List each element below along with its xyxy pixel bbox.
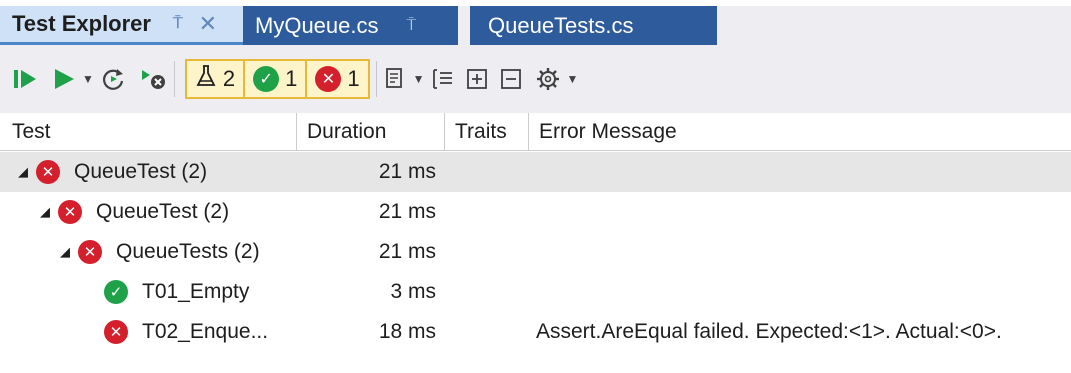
error-message-value: Assert.AreEqual failed. Expected:<1>. Ac…	[536, 320, 1002, 343]
expand-all-icon[interactable]	[465, 59, 489, 99]
close-icon[interactable]: ✕	[199, 11, 217, 37]
run-icon[interactable]	[52, 59, 76, 99]
column-header-traits[interactable]: Traits	[444, 113, 528, 151]
test-name: QueueTest (2)	[96, 200, 230, 223]
duration-value: 21 ms	[378, 240, 436, 263]
settings-icon[interactable]	[535, 59, 561, 99]
test-name: T01_Empty	[142, 280, 250, 303]
group-by-icon[interactable]	[431, 59, 455, 99]
test-name-cell: ◢ ✕ QueueTests (2)	[60, 232, 260, 272]
tab-queuetests-cs-label: QueueTests.cs	[488, 12, 634, 38]
rerun-failed-icon[interactable]	[100, 59, 126, 99]
collapse-all-icon[interactable]	[499, 59, 523, 99]
test-name: QueueTests (2)	[116, 240, 260, 263]
tab-test-explorer-label: Test Explorer	[12, 11, 151, 36]
settings-dropdown-chevron-icon[interactable]: ▼	[567, 72, 579, 86]
duration-value: 21 ms	[378, 160, 436, 183]
tab-myqueue-cs-label: MyQueue.cs	[255, 12, 379, 38]
test-name-cell: ◢ ✕ QueueTest (2)	[40, 192, 229, 232]
playlist-icon[interactable]	[383, 59, 407, 99]
table-row[interactable]: ✕ T02_Enque... 18 ms Assert.AreEqual fai…	[0, 312, 1071, 352]
toolbar-separator	[173, 61, 175, 97]
table-row[interactable]: ◢ ✕ QueueTest (2) 21 ms	[0, 152, 1071, 192]
run-dropdown-chevron-icon[interactable]: ▼	[82, 72, 94, 86]
failed-icon: ✕	[78, 240, 102, 264]
document-tab-strip: Test Explorer ⍑ ✕ MyQueue.cs ⍑ QueueTest…	[0, 0, 1071, 45]
test-name-cell: ✓ T01_Empty	[104, 272, 249, 312]
test-explorer-toolbar: ▼ 2 ✓ 1 ✕ 1 ▼ ▼	[0, 45, 1071, 113]
table-row[interactable]: ✓ T01_Empty 3 ms	[0, 272, 1071, 312]
expander-icon[interactable]: ◢	[40, 204, 58, 220]
passed-icon: ✓	[104, 280, 128, 304]
column-header-duration[interactable]: Duration	[296, 113, 444, 151]
expander-icon[interactable]: ◢	[18, 164, 36, 180]
expander-icon[interactable]: ◢	[60, 244, 78, 260]
failed-icon: ✕	[104, 320, 128, 344]
test-name-cell: ◢ ✕ QueueTest (2)	[18, 152, 207, 192]
filter-passed-button[interactable]: ✓ 1	[245, 61, 308, 97]
tab-queuetests-cs[interactable]: QueueTests.cs	[470, 6, 717, 45]
duration-value: 21 ms	[378, 200, 436, 223]
playlist-dropdown-chevron-icon[interactable]: ▼	[413, 72, 425, 86]
filter-all-tests-button[interactable]: 2	[187, 61, 246, 97]
test-name: QueueTest (2)	[74, 160, 208, 183]
failed-icon: ✕	[36, 160, 60, 184]
duration-value: 3 ms	[390, 280, 436, 303]
test-list-header: Test Duration Traits Error Message	[0, 113, 1071, 151]
pin-icon[interactable]: ⍑	[173, 15, 183, 33]
filter-failed-count: 1	[347, 66, 360, 91]
filter-all-count: 2	[222, 66, 236, 91]
cancel-run-icon[interactable]	[140, 59, 168, 99]
column-header-test[interactable]: Test	[0, 113, 296, 151]
table-row[interactable]: ◢ ✕ QueueTests (2) 21 ms	[0, 232, 1071, 272]
table-row[interactable]: ◢ ✕ QueueTest (2) 21 ms	[0, 192, 1071, 232]
passed-icon: ✓	[253, 66, 280, 92]
outcome-filter-group: 2 ✓ 1 ✕ 1	[184, 59, 370, 99]
duration-value: 18 ms	[378, 320, 436, 343]
test-name: T02_Enque...	[142, 320, 269, 343]
tab-myqueue-cs[interactable]: MyQueue.cs ⍑	[243, 6, 458, 45]
failed-icon: ✕	[58, 200, 82, 224]
test-name-cell: ✕ T02_Enque...	[104, 312, 268, 352]
flask-icon	[195, 64, 217, 94]
filter-passed-count: 1	[285, 66, 298, 91]
test-hierarchy-list: ◢ ✕ QueueTest (2) 21 ms ◢ ✕ QueueTest (2…	[0, 152, 1071, 352]
tab-test-explorer[interactable]: Test Explorer ⍑ ✕	[0, 6, 243, 45]
run-all-icon[interactable]	[12, 59, 38, 99]
column-header-error-message[interactable]: Error Message	[528, 113, 1071, 151]
pin-icon[interactable]: ⍑	[407, 17, 417, 35]
failed-icon: ✕	[315, 66, 342, 92]
toolbar-separator	[375, 61, 377, 97]
filter-failed-button[interactable]: ✕ 1	[307, 61, 367, 97]
